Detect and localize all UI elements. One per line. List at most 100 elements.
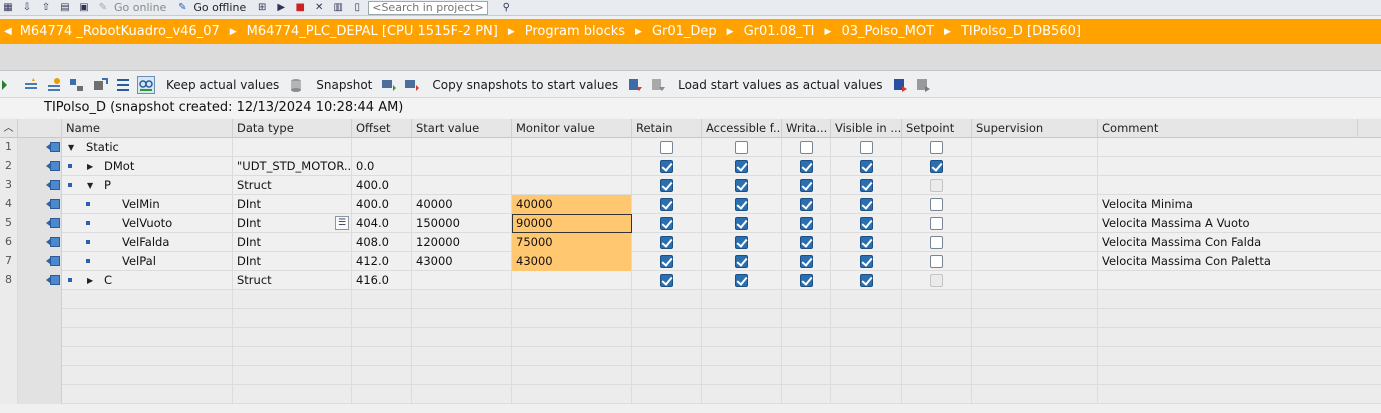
column-header-monitor-value[interactable]: Monitor value <box>512 119 632 138</box>
cell-comment[interactable] <box>1098 271 1381 290</box>
project-search-input[interactable] <box>368 0 489 15</box>
cell-monitor-value[interactable]: 40000 <box>512 195 632 214</box>
row-number[interactable]: 4 <box>0 195 18 214</box>
cell-name[interactable]: VelMin <box>118 195 233 214</box>
cell-supervision[interactable] <box>972 252 1098 271</box>
cell-name[interactable]: C <box>100 271 233 290</box>
cell-comment[interactable]: Velocita Massima A Vuoto <box>1098 214 1381 233</box>
collapse-triangle-icon[interactable]: ▼ <box>68 143 74 152</box>
left-panel-arrow-icon[interactable] <box>0 76 8 94</box>
cell-data-type[interactable]: DInt <box>233 233 352 252</box>
retain-checkbox[interactable] <box>660 274 673 287</box>
monitor-all-icon[interactable] <box>137 75 155 94</box>
go-offline-button[interactable]: Go offline <box>193 1 246 14</box>
go-offline-icon[interactable]: ✎ <box>174 1 190 15</box>
keep-actual-values-button[interactable]: Keep actual values <box>166 78 279 92</box>
column-header-visible[interactable]: Visible in ... <box>831 119 902 138</box>
cell-supervision[interactable] <box>972 233 1098 252</box>
breadcrumb-item-program-blocks[interactable]: Program blocks <box>525 24 625 39</box>
accessible-checkbox[interactable] <box>735 274 748 287</box>
collapse-all-icon[interactable] <box>91 76 109 94</box>
list-view-icon[interactable] <box>114 76 132 94</box>
cell-name[interactable]: P <box>100 176 233 195</box>
cell-monitor-value[interactable]: 75000 <box>512 233 632 252</box>
cell-supervision[interactable] <box>972 157 1098 176</box>
cell-supervision[interactable] <box>972 176 1098 195</box>
copy-start-values-icon[interactable] <box>626 76 644 94</box>
cell-name[interactable]: VelFalda <box>118 233 233 252</box>
retain-checkbox[interactable] <box>660 198 673 211</box>
column-header-accessible[interactable]: Accessible f... <box>702 119 782 138</box>
retain-checkbox[interactable] <box>660 179 673 192</box>
table-row[interactable]: 7 VelPal DInt 412.0 43000 43000 Velocita Massi… <box>0 252 1381 271</box>
table-row[interactable]: 6 VelFalda DInt 408.0 120000 75000 Velocita Ma… <box>0 233 1381 252</box>
writable-checkbox[interactable] <box>800 160 813 173</box>
setpoint-checkbox[interactable] <box>930 217 943 230</box>
cell-start-value[interactable]: 150000 <box>412 214 512 233</box>
writable-checkbox[interactable] <box>800 198 813 211</box>
snapshot-to-start-icon[interactable] <box>380 76 398 94</box>
cell-data-type[interactable]: DInt <box>233 252 352 271</box>
cell-start-value[interactable] <box>412 138 512 157</box>
close-icon[interactable]: ✕ <box>311 1 327 15</box>
cell-comment[interactable]: Velocita Massima Con Paletta <box>1098 252 1381 271</box>
accessible-checkbox[interactable] <box>735 255 748 268</box>
cell-data-type[interactable]: Struct <box>233 271 352 290</box>
row-number[interactable]: 3 <box>0 176 18 195</box>
accessible-checkbox[interactable] <box>735 160 748 173</box>
load-values-icon[interactable] <box>891 76 909 94</box>
setpoint-checkbox[interactable] <box>930 198 943 211</box>
visible-checkbox[interactable] <box>860 141 873 154</box>
cell-data-type[interactable]: Struct <box>233 176 352 195</box>
expand-triangle-icon[interactable]: ▶ <box>87 276 93 285</box>
setpoint-checkbox[interactable] <box>930 141 943 154</box>
simulate-icon[interactable]: ▣ <box>76 1 92 15</box>
accessible-checkbox[interactable] <box>735 236 748 249</box>
cell-start-value[interactable] <box>412 157 512 176</box>
row-number[interactable]: 5 <box>0 214 18 233</box>
writable-checkbox[interactable] <box>800 179 813 192</box>
search-binoculars-icon[interactable]: ⚲ <box>498 1 514 15</box>
writable-checkbox[interactable] <box>800 274 813 287</box>
writable-checkbox[interactable] <box>800 217 813 230</box>
cell-monitor-value[interactable] <box>512 138 632 157</box>
visible-checkbox[interactable] <box>860 274 873 287</box>
breadcrumb-item-subgroup[interactable]: Gr01.08_TI <box>744 24 815 39</box>
insert-row-icon[interactable] <box>22 76 40 94</box>
writable-checkbox[interactable] <box>800 141 813 154</box>
breadcrumb-item-project[interactable]: M64774 _RobotKuadro_v46_07 <box>20 24 220 39</box>
cell-supervision[interactable] <box>972 271 1098 290</box>
go-online-icon[interactable]: ✎ <box>95 1 111 15</box>
breadcrumb-item-group[interactable]: Gr01_Dep <box>652 24 717 39</box>
visible-checkbox[interactable] <box>860 160 873 173</box>
breadcrumb-item-plc[interactable]: M64774_PLC_DEPAL [CPU 1515F-2 PN] <box>247 24 498 39</box>
setpoint-checkbox[interactable] <box>930 236 943 249</box>
cell-comment[interactable]: Velocita Massima Con Falda <box>1098 233 1381 252</box>
snapshot-compare-icon[interactable] <box>403 76 421 94</box>
accessible-checkbox[interactable] <box>735 217 748 230</box>
cell-supervision[interactable] <box>972 195 1098 214</box>
column-header-name[interactable]: Name <box>62 119 233 138</box>
copy-snapshots-button[interactable]: Copy snapshots to start values <box>432 78 618 92</box>
cell-start-value[interactable] <box>412 271 512 290</box>
cell-comment[interactable]: Velocita Minima <box>1098 195 1381 214</box>
cell-start-value[interactable]: 43000 <box>412 252 512 271</box>
split-vertical-icon[interactable]: ▥ <box>330 1 346 15</box>
data-type-picker-icon[interactable]: ☰ <box>335 216 349 230</box>
save-icon[interactable]: ▦ <box>0 1 16 15</box>
cell-comment[interactable] <box>1098 157 1381 176</box>
expand-triangle-icon[interactable]: ▶ <box>87 162 93 171</box>
cell-name[interactable]: DMot <box>100 157 233 176</box>
breadcrumb-item-folder[interactable]: 03_Polso_MOT <box>841 24 934 39</box>
retain-checkbox[interactable] <box>660 160 673 173</box>
copy-start-values-disabled-icon[interactable] <box>649 76 667 94</box>
load-start-values-button[interactable]: Load start values as actual values <box>678 78 882 92</box>
cell-monitor-value[interactable] <box>512 271 632 290</box>
split-horizontal-icon[interactable]: ▯ <box>349 1 365 15</box>
accessible-devices-icon[interactable]: ⊞ <box>254 1 270 15</box>
table-row[interactable]: 5 VelVuoto DInt ☰ 404.0 150000 90000 Velocita M… <box>0 214 1381 233</box>
go-online-button[interactable]: Go online <box>114 1 166 14</box>
stop-cpu-icon[interactable]: ■ <box>292 1 308 15</box>
cell-start-value[interactable]: 40000 <box>412 195 512 214</box>
visible-checkbox[interactable] <box>860 179 873 192</box>
